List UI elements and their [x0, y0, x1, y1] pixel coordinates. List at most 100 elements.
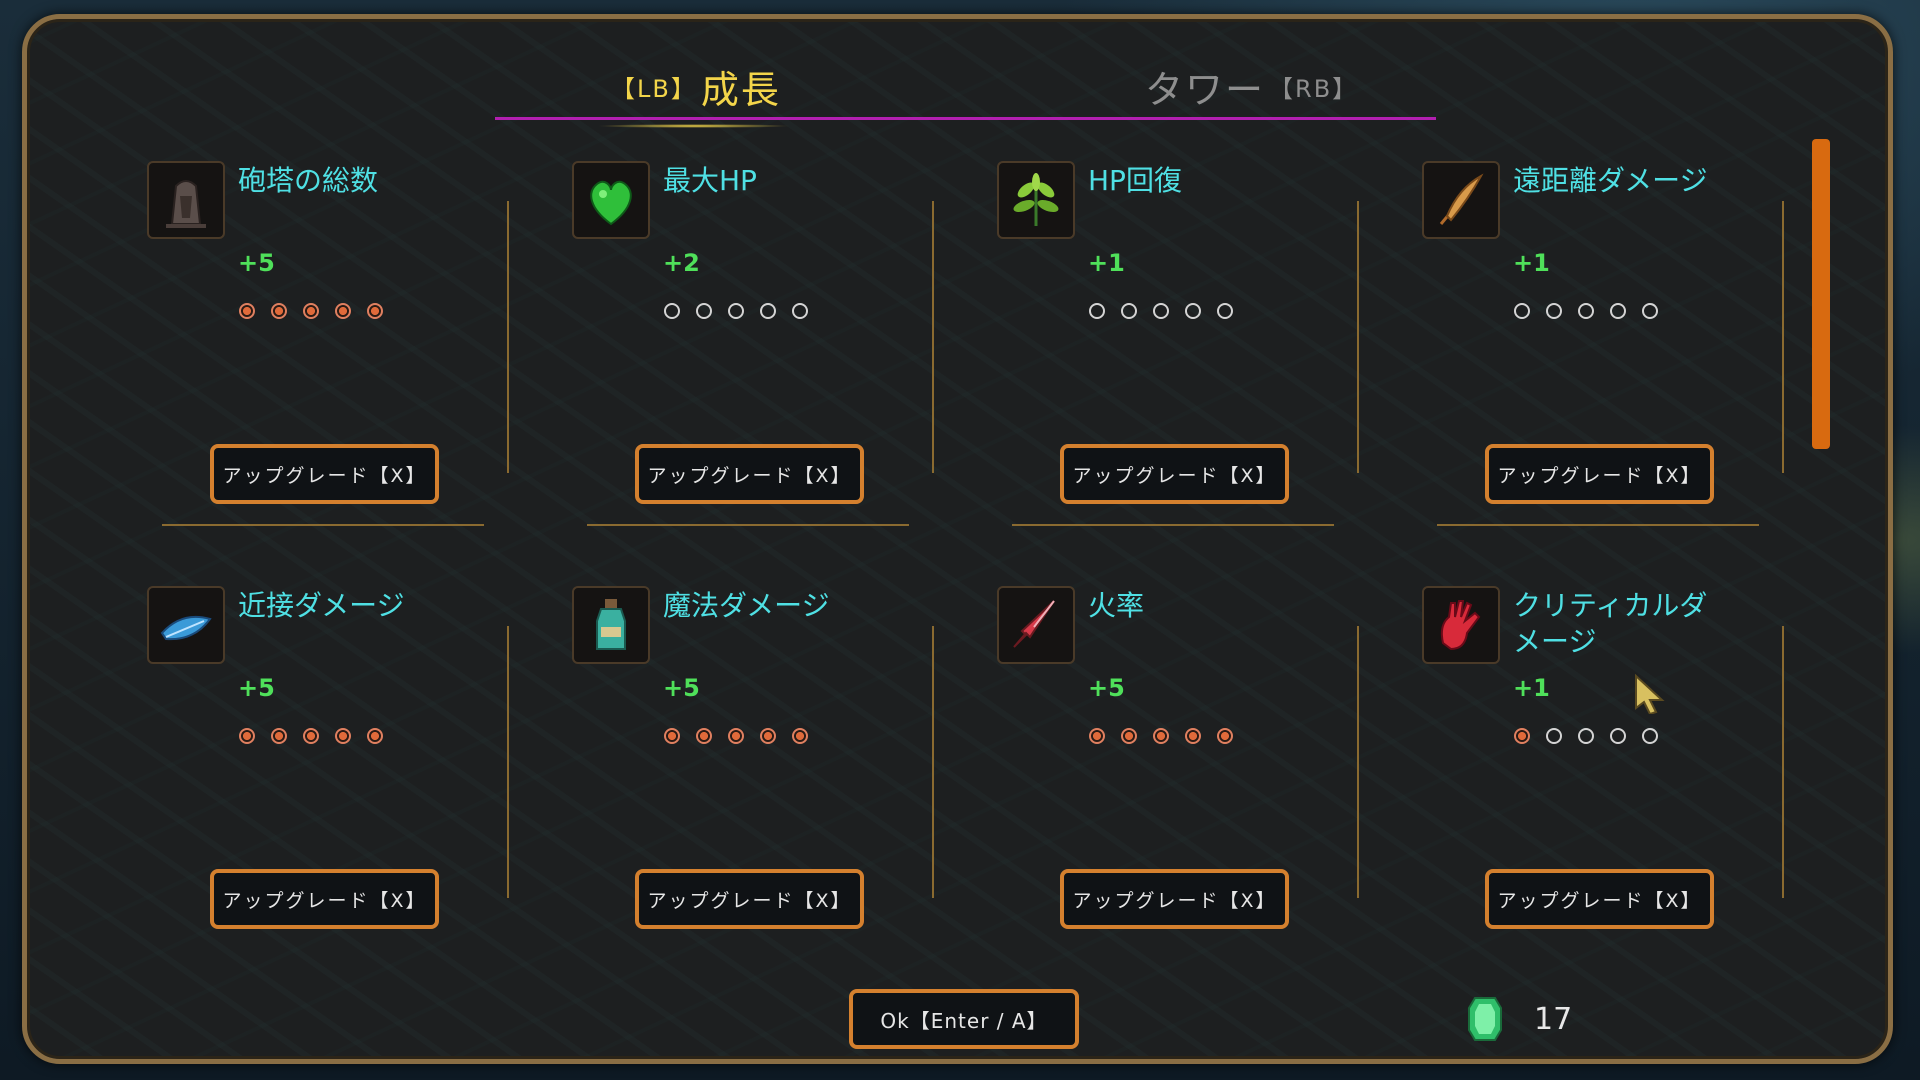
herb-icon: [997, 161, 1075, 239]
upgrade-title: 砲塔の総数: [238, 164, 379, 197]
upgrade-value: +5: [238, 674, 275, 702]
upgrade-button[interactable]: アップグレード【X】: [1485, 444, 1714, 504]
level-dot-filled: [367, 303, 383, 319]
level-dot-empty: [1610, 728, 1626, 744]
scrollbar-thumb[interactable]: [1812, 139, 1830, 449]
upgrade-value: +5: [238, 249, 275, 277]
ok-button[interactable]: Ok【Enter / A】: [849, 989, 1079, 1049]
green-gem-icon: [1468, 997, 1502, 1041]
blue-feather-icon: [147, 586, 225, 664]
level-dots: [1089, 303, 1233, 319]
level-dot-filled: [335, 303, 351, 319]
upgrade-button[interactable]: アップグレード【X】: [1060, 444, 1289, 504]
upgrade-card: 砲塔の総数 +5 アップグレード【X】: [27, 161, 509, 581]
feather-arrow-icon: [1422, 161, 1500, 239]
level-dot-filled: [1514, 728, 1530, 744]
upgrade-button[interactable]: アップグレード【X】: [210, 869, 439, 929]
vertical-divider: [1782, 626, 1784, 898]
level-dots: [1514, 303, 1658, 319]
upgrade-button[interactable]: アップグレード【X】: [1060, 869, 1289, 929]
horizontal-divider: [587, 524, 909, 526]
level-dot-empty: [792, 303, 808, 319]
level-dots: [1089, 728, 1233, 744]
upgrade-panel: 【LB】 成長 タワー 【RB】 砲塔の総数 +5 アップグレード【X】 最大HP +2…: [22, 14, 1893, 1064]
upgrade-card: HP回復 +1 アップグレード【X】: [877, 161, 1359, 581]
level-dot-empty: [728, 303, 744, 319]
upgrade-button[interactable]: アップグレード【X】: [635, 869, 864, 929]
potion-bottle-icon: [572, 586, 650, 664]
dagger-icon: [997, 586, 1075, 664]
level-dot-empty: [1121, 303, 1137, 319]
horizontal-divider: [1437, 524, 1759, 526]
tab-tower[interactable]: タワー 【RB】: [1145, 59, 1362, 114]
upgrade-title: クリティカルダメージ: [1513, 589, 1708, 658]
level-dot-filled: [1153, 728, 1169, 744]
level-dots: [239, 728, 383, 744]
level-dot-filled: [271, 303, 287, 319]
level-dot-filled: [239, 728, 255, 744]
level-dot-empty: [1642, 303, 1658, 319]
tab-growth-key: 【LB】: [611, 75, 697, 103]
level-dot-empty: [1089, 303, 1105, 319]
upgrade-title: 火率: [1088, 589, 1145, 622]
upgrade-value: +5: [663, 674, 700, 702]
upgrade-title: 遠距離ダメージ: [1513, 164, 1708, 197]
level-dot-empty: [1546, 303, 1562, 319]
level-dots: [664, 728, 808, 744]
upgrade-card: 近接ダメージ +5 アップグレード【X】: [27, 586, 509, 1006]
level-dot-empty: [1185, 303, 1201, 319]
level-dots: [239, 303, 383, 319]
level-dot-empty: [1610, 303, 1626, 319]
upgrade-button[interactable]: アップグレード【X】: [1485, 869, 1714, 929]
level-dot-filled: [303, 728, 319, 744]
horizontal-divider: [1012, 524, 1334, 526]
green-heart-icon: [572, 161, 650, 239]
upgrade-title: HP回復: [1088, 164, 1182, 197]
level-dot-filled: [1217, 728, 1233, 744]
horizontal-divider: [162, 524, 484, 526]
level-dot-filled: [1185, 728, 1201, 744]
tab-tower-label: タワー: [1145, 68, 1266, 112]
upgrade-value: +1: [1513, 249, 1550, 277]
vertical-divider: [1782, 201, 1784, 473]
level-dot-filled: [696, 728, 712, 744]
level-dot-empty: [760, 303, 776, 319]
gem-count: 17: [1534, 1002, 1573, 1037]
level-dot-filled: [792, 728, 808, 744]
level-dot-filled: [760, 728, 776, 744]
level-dot-empty: [696, 303, 712, 319]
upgrade-card: 最大HP +2 アップグレード【X】: [452, 161, 934, 581]
tab-growth-label: 成長: [700, 68, 781, 112]
upgrade-button[interactable]: アップグレード【X】: [210, 444, 439, 504]
upgrade-value: +1: [1088, 249, 1125, 277]
level-dot-empty: [1642, 728, 1658, 744]
upgrade-value: +1: [1513, 674, 1550, 702]
upgrade-title: 魔法ダメージ: [663, 589, 830, 622]
red-hand-icon: [1422, 586, 1500, 664]
upgrade-card: クリティカルダメージ +1 アップグレード【X】: [1302, 586, 1784, 1006]
level-dot-filled: [1089, 728, 1105, 744]
level-dot-empty: [1217, 303, 1233, 319]
level-dot-empty: [664, 303, 680, 319]
turret-icon: [147, 161, 225, 239]
tab-bar: 【LB】 成長 タワー 【RB】: [27, 19, 1888, 139]
level-dot-empty: [1153, 303, 1169, 319]
tab-underline: [495, 117, 1436, 120]
level-dot-empty: [1578, 303, 1594, 319]
level-dot-filled: [303, 303, 319, 319]
level-dot-filled: [271, 728, 287, 744]
tab-growth[interactable]: 【LB】 成長: [597, 59, 791, 128]
upgrade-title: 最大HP: [663, 164, 757, 197]
level-dots: [664, 303, 808, 319]
tab-active-glow: [597, 124, 791, 128]
level-dot-empty: [1514, 303, 1530, 319]
upgrade-card: 遠距離ダメージ +1 アップグレード【X】: [1302, 161, 1784, 581]
level-dot-filled: [367, 728, 383, 744]
upgrade-title: 近接ダメージ: [238, 589, 405, 622]
level-dot-empty: [1546, 728, 1562, 744]
tab-tower-key: 【RB】: [1269, 75, 1359, 103]
mouse-cursor-icon: [1635, 674, 1665, 714]
upgrade-value: +5: [1088, 674, 1125, 702]
upgrade-button[interactable]: アップグレード【X】: [635, 444, 864, 504]
level-dot-filled: [335, 728, 351, 744]
